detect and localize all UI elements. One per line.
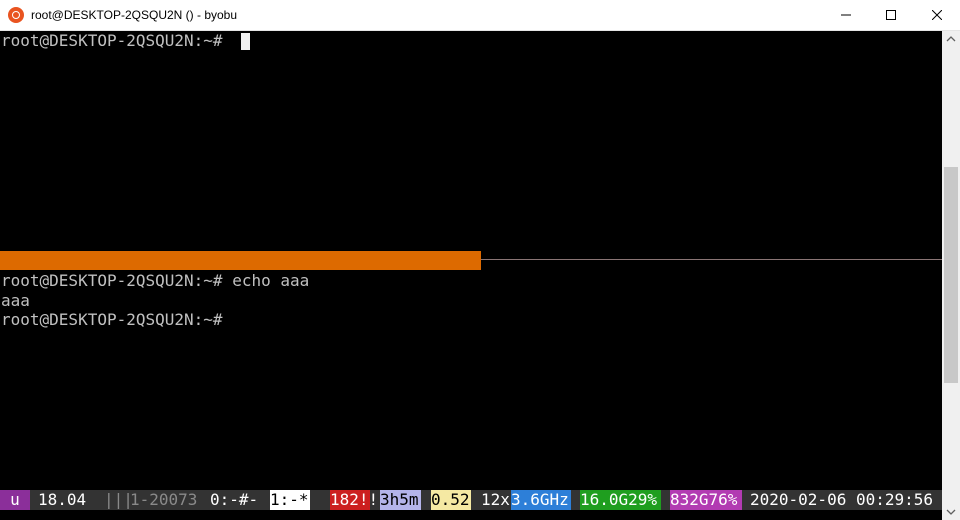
chevron-up-icon bbox=[946, 36, 956, 42]
ubuntu-icon[interactable] bbox=[8, 7, 24, 23]
processes-count: 182!! bbox=[330, 490, 379, 510]
vertical-scrollbar[interactable] bbox=[942, 31, 960, 520]
os-badge: u bbox=[0, 490, 30, 510]
bottom-pane-command-line: root@DESKTOP-2QSQU2N:~# echo aaa bbox=[1, 271, 310, 290]
bottom-pane-prompt: root@DESKTOP-2QSQU2N:~# bbox=[1, 310, 223, 329]
session-name: 1-20073 bbox=[130, 490, 198, 509]
activity-graph: ||| bbox=[104, 490, 133, 509]
disk-usage: 832G76% bbox=[670, 490, 742, 510]
maximize-icon bbox=[886, 10, 896, 20]
date-time: 2020-02-06 00:29:56 bbox=[750, 490, 934, 509]
cpu-count: 12x bbox=[481, 490, 510, 509]
minimize-icon bbox=[841, 14, 851, 16]
uptime: 3h5m bbox=[380, 490, 421, 510]
window-title: root@DESKTOP-2QSQU2N () - byobu bbox=[31, 8, 238, 22]
pane-divider-line[interactable] bbox=[481, 259, 942, 260]
memory-usage: 16.0G29% bbox=[580, 490, 661, 510]
byobu-status-bar: u 18.04 ||| 1-20073 0:-#- 1:-* 182!! 3h5… bbox=[0, 490, 942, 510]
maximize-button[interactable] bbox=[868, 0, 914, 31]
window-tab-1-active[interactable]: 1:-* bbox=[270, 490, 310, 510]
bottom-pane-output-line: aaa bbox=[1, 291, 30, 310]
text-cursor bbox=[241, 33, 250, 50]
close-button[interactable] bbox=[914, 0, 960, 31]
load-average: 0.52 bbox=[431, 490, 471, 510]
terminal-area[interactable]: root@DESKTOP-2QSQU2N:~# root@DESKTOP-2QS… bbox=[0, 31, 942, 520]
scroll-up-button[interactable] bbox=[942, 31, 960, 48]
top-pane-prompt: root@DESKTOP-2QSQU2N:~# bbox=[1, 31, 233, 50]
release-version: 18.04 bbox=[38, 490, 87, 509]
bottom-edge bbox=[0, 510, 942, 520]
chevron-down-icon bbox=[946, 509, 956, 515]
minimize-button[interactable] bbox=[823, 0, 869, 31]
scroll-down-button[interactable] bbox=[942, 503, 960, 520]
window-tab-0[interactable]: 0:-#- bbox=[210, 490, 258, 510]
scroll-thumb[interactable] bbox=[944, 167, 958, 383]
cpu-frequency: 3.6GHz bbox=[511, 490, 571, 510]
active-pane-divider[interactable] bbox=[0, 251, 481, 270]
close-icon bbox=[932, 10, 942, 20]
title-bar[interactable]: root@DESKTOP-2QSQU2N () - byobu bbox=[0, 0, 960, 31]
